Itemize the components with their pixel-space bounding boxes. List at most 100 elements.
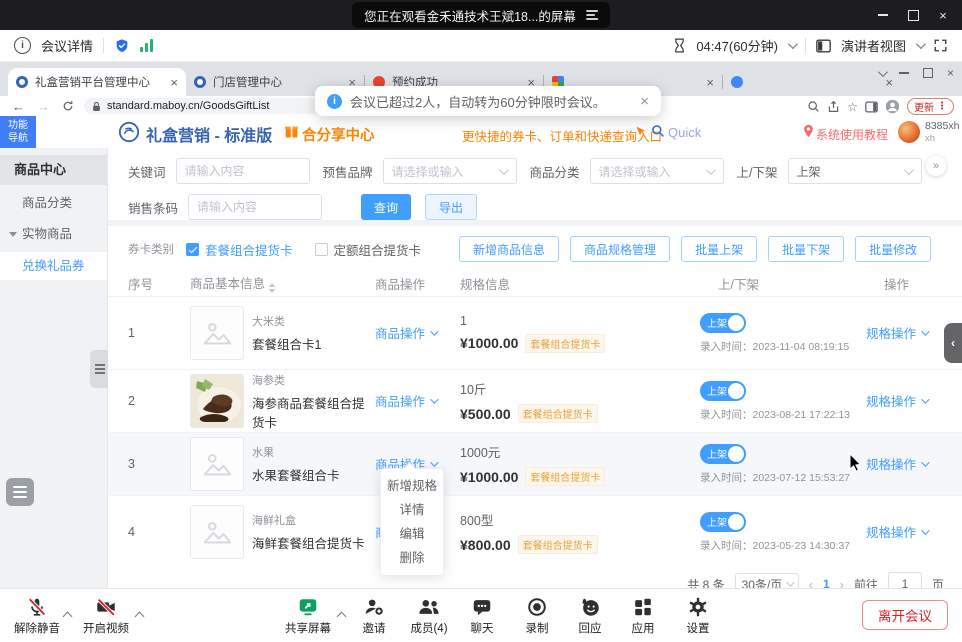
browser-tab-5[interactable]: × (723, 68, 901, 96)
barcode-label: 销售条码 (128, 198, 178, 217)
zoom-icon[interactable] (807, 100, 820, 113)
quick-link[interactable]: Quick (668, 125, 701, 140)
spec-action-link[interactable]: 规格操作 (866, 454, 927, 473)
card-type-tag: 套餐组合提货卡 (525, 467, 605, 486)
settings-button[interactable]: 设置 (663, 596, 733, 636)
window-close-button[interactable]: × (928, 0, 958, 30)
banner-menu-icon[interactable] (586, 10, 598, 20)
batch-onshelf-button[interactable]: 批量上架 (681, 236, 757, 262)
meeting-timer[interactable]: 04:47(60分钟) (696, 36, 778, 55)
window-minimize-button[interactable] (868, 0, 898, 30)
product-image-placeholder (190, 505, 244, 559)
leave-meeting-button[interactable]: 离开会议 (862, 600, 948, 630)
sidebar-item-product-category[interactable]: 商品分类 (0, 190, 107, 216)
browser-minimize-button[interactable] (899, 72, 909, 73)
sidebar-collapse-handle[interactable] (90, 350, 110, 388)
notification-close-icon[interactable]: × (640, 93, 649, 110)
tab-close-icon[interactable]: × (706, 76, 714, 89)
combo-card-checkbox[interactable] (186, 243, 199, 256)
spec-action-link[interactable]: 规格操作 (866, 323, 927, 342)
share-icon[interactable] (827, 100, 840, 113)
screen-watch-banner: 您正在观看金禾通技术王斌18...的屏幕 (352, 2, 610, 28)
category-select[interactable]: 请选择或输入 (590, 158, 724, 184)
mic-off-icon (26, 596, 48, 618)
spec-manage-button[interactable]: 商品规格管理 (570, 236, 670, 262)
browser-update-button[interactable]: 更新⋮ (907, 98, 954, 115)
sidebar-item-gift-voucher[interactable]: 兑换礼品券 (0, 252, 107, 280)
table-row: 4 海鲜礼盒海鲜套餐组合提货卡 商品操作 800型 ¥800.00套餐组合提货卡… (108, 496, 962, 568)
shelf-status-select[interactable]: 上架 (788, 158, 922, 184)
tutorial-link[interactable]: 系统使用教程 (816, 126, 888, 143)
mic-options-icon[interactable] (64, 607, 71, 625)
view-mode-button[interactable]: 演讲者视图 (841, 36, 906, 55)
fixed-card-checkbox[interactable] (315, 243, 328, 256)
security-shield-icon[interactable] (114, 38, 130, 54)
window-titlebar: 您正在观看金禾通技术王斌18...的屏幕 × (0, 0, 962, 30)
on-shelf-toggle[interactable]: 上架 (700, 512, 746, 532)
side-panel-icon[interactable] (865, 101, 878, 113)
nav-toggle-button[interactable]: 功能导航 (0, 116, 36, 148)
floating-list-button[interactable] (6, 478, 34, 506)
batch-edit-button[interactable]: 批量修改 (855, 236, 931, 262)
start-video-button[interactable]: 开启视频 (71, 596, 141, 636)
quick-search-icon[interactable] (651, 124, 665, 138)
tab-search-icon[interactable] (878, 67, 888, 77)
sort-icon[interactable] (269, 283, 275, 293)
menu-item-add-spec[interactable]: 新增规格 (381, 474, 443, 498)
tab-close-icon[interactable]: × (170, 76, 178, 89)
entry-time: 录入时间：2023-05-23 14:30:37 (700, 538, 845, 553)
product-action-link[interactable]: 商品操作 (375, 391, 436, 410)
add-product-button[interactable]: 新增商品信息 (459, 236, 559, 262)
forward-icon[interactable]: → (37, 99, 50, 114)
export-button[interactable]: 导出 (425, 194, 477, 220)
product-action-dropdown: 新增规格 详情 编辑 删除 (380, 468, 444, 576)
spec-action-link[interactable]: 规格操作 (866, 522, 927, 541)
profile-avatar-icon[interactable] (885, 99, 900, 114)
tab-favicon (16, 76, 28, 88)
keyword-input[interactable] (176, 158, 310, 184)
invite-icon (363, 596, 385, 618)
menu-item-delete[interactable]: 删除 (381, 546, 443, 570)
collapse-filters-button[interactable]: » (926, 156, 946, 176)
pointer-icon (634, 125, 647, 138)
user-avatar[interactable] (898, 121, 920, 143)
menu-item-details[interactable]: 详情 (381, 498, 443, 522)
video-options-icon[interactable] (136, 607, 143, 625)
network-signal-icon[interactable] (140, 39, 153, 52)
browser-tab-1[interactable]: 礼盒营销平台管理中心 × (8, 68, 186, 96)
back-icon[interactable]: ← (12, 99, 25, 114)
meeting-details-button[interactable]: 会议详情 (41, 36, 93, 55)
on-shelf-toggle[interactable]: 上架 (700, 444, 746, 464)
combo-card-checkbox-label[interactable]: 套餐组合提货卡 (205, 240, 293, 259)
batch-offshelf-button[interactable]: 批量下架 (768, 236, 844, 262)
brand-select[interactable]: 请选择或输入 (383, 158, 517, 184)
search-button[interactable]: 查询 (361, 194, 411, 220)
entry-time: 录入时间：2023-08-21 17:22:13 (700, 407, 845, 422)
browser-close-button[interactable]: × (947, 66, 954, 80)
table-row: 2 海参类海参商品套餐组合提货卡 商品操作 10斤 ¥500.00套餐组合提货卡… (108, 370, 962, 433)
menu-item-edit[interactable]: 编辑 (381, 522, 443, 546)
sidebar-item-physical-goods[interactable]: 实物商品 (0, 221, 107, 247)
bookmark-star-icon[interactable]: ☆ (847, 100, 858, 114)
view-dropdown-icon[interactable] (916, 39, 926, 49)
on-shelf-toggle[interactable]: 上架 (700, 381, 746, 401)
meeting-toolbar-top: i 会议详情 04:47(60分钟) 演讲者视图 (0, 30, 962, 62)
share-center-link[interactable]: 合分享中心 (302, 124, 375, 145)
brand-logo (118, 121, 140, 143)
on-shelf-toggle[interactable]: 上架 (700, 313, 746, 333)
side-panel-handle[interactable]: ‹ (944, 323, 962, 363)
browser-restore-button[interactable] (923, 68, 933, 78)
barcode-input[interactable] (188, 194, 322, 220)
reload-icon[interactable] (62, 100, 74, 112)
fixed-card-checkbox-label[interactable]: 定额组合提货卡 (334, 240, 422, 259)
product-action-link[interactable]: 商品操作 (375, 323, 436, 342)
timer-dropdown-icon[interactable] (788, 39, 798, 49)
location-pin-icon (803, 124, 814, 138)
spec-action-link[interactable]: 规格操作 (866, 391, 927, 410)
menu-lines-icon (95, 364, 105, 374)
share-screen-button[interactable]: 共享屏幕 (273, 596, 343, 636)
main-content: 关键词 预售品牌 请选择或输入 商品分类 请选择或输入 上/下架 上架 (108, 148, 962, 588)
sidebar-section-product-center[interactable]: 商品中心 (0, 155, 107, 185)
window-maximize-button[interactable] (898, 0, 928, 30)
fullscreen-icon[interactable] (933, 38, 948, 53)
